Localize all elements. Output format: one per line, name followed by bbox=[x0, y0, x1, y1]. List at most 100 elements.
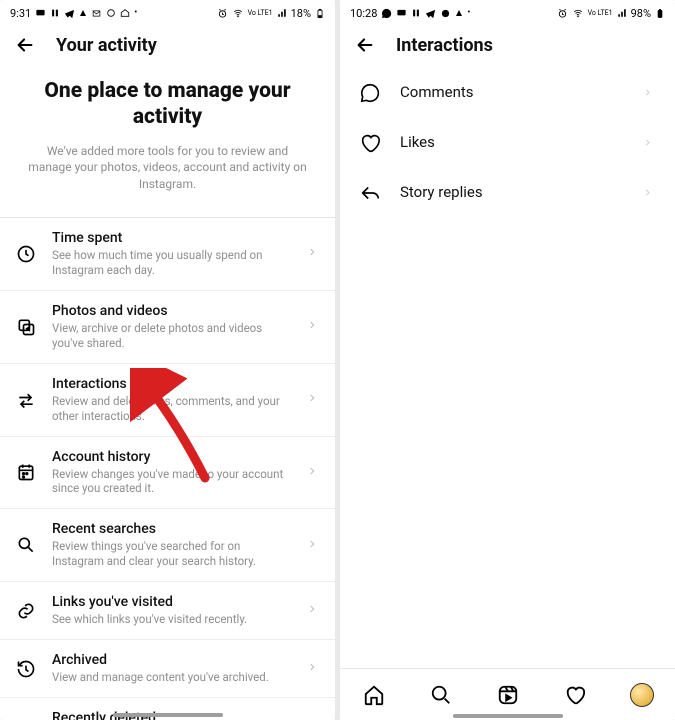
row-title: Interactions bbox=[52, 376, 293, 392]
row-links-visited[interactable]: Links you've visited See which links you… bbox=[0, 582, 335, 640]
chevron-right-icon bbox=[643, 134, 657, 153]
status-more: • bbox=[134, 8, 137, 18]
pause-icon bbox=[50, 8, 60, 18]
row-title: Links you've visited bbox=[52, 594, 293, 610]
status-more: • bbox=[467, 8, 470, 18]
signal-icon bbox=[617, 8, 627, 18]
clock-icon bbox=[14, 244, 38, 264]
row-account-history[interactable]: Account history Review changes you've ma… bbox=[0, 437, 335, 510]
status-time: 10:28 bbox=[350, 7, 377, 20]
link-icon bbox=[14, 601, 38, 621]
status-bar: 10:28 • Vo LTE1 98% bbox=[340, 0, 675, 26]
intro-block: One place to manage your activity We've … bbox=[0, 68, 335, 217]
header: Interactions bbox=[340, 26, 675, 68]
nav-profile[interactable] bbox=[629, 682, 655, 708]
row-sub: Review and delete likes, comments, and y… bbox=[52, 394, 293, 424]
page-title: Interactions bbox=[396, 35, 493, 56]
row-title: Photos and videos bbox=[52, 303, 293, 319]
status-battery-pct: 18% bbox=[291, 7, 311, 20]
phone-interactions: 10:28 • Vo LTE1 98% Interactions Comment… bbox=[340, 0, 675, 720]
gesture-bar bbox=[113, 713, 223, 717]
media-icon bbox=[14, 317, 38, 337]
chat-icon bbox=[35, 8, 46, 19]
nav-reels[interactable] bbox=[495, 682, 521, 708]
chevron-right-icon bbox=[307, 317, 321, 336]
nav-home[interactable] bbox=[361, 682, 387, 708]
phone-your-activity: 9:31 • Vo LTE1 18% Your activity One pla… bbox=[0, 0, 335, 720]
nav-search[interactable] bbox=[428, 682, 454, 708]
wifi-icon bbox=[572, 8, 584, 18]
gesture-bar bbox=[453, 714, 563, 718]
row-recent-searches[interactable]: Recent searches Review things you've sea… bbox=[0, 509, 335, 582]
row-title: Account history bbox=[52, 449, 293, 465]
alarm-icon bbox=[217, 8, 228, 19]
page-title: Your activity bbox=[56, 35, 157, 56]
status-net: Vo LTE1 bbox=[248, 10, 273, 17]
status-net: Vo LTE1 bbox=[588, 10, 613, 17]
history-icon bbox=[14, 659, 38, 679]
chevron-right-icon bbox=[307, 601, 321, 620]
row-likes[interactable]: Likes bbox=[340, 118, 675, 168]
search-icon bbox=[14, 535, 38, 555]
row-interactions[interactable]: Interactions Review and delete likes, co… bbox=[0, 364, 335, 437]
back-button[interactable] bbox=[354, 34, 376, 56]
calendar-icon bbox=[14, 462, 38, 482]
row-sub: View, archive or delete photos and video… bbox=[52, 321, 293, 351]
row-sub: See how much time you usually spend on I… bbox=[52, 248, 293, 278]
chevron-right-icon bbox=[643, 184, 657, 203]
nav-activity[interactable] bbox=[562, 682, 588, 708]
comment-icon bbox=[358, 82, 382, 104]
row-title: Archived bbox=[52, 652, 293, 668]
alarm-icon bbox=[557, 8, 568, 19]
chevron-right-icon bbox=[307, 463, 321, 482]
telegram-icon bbox=[64, 8, 75, 19]
row-archived[interactable]: Archived View and manage content you've … bbox=[0, 640, 335, 698]
status-time: 9:31 bbox=[10, 7, 31, 20]
intro-title: One place to manage your activity bbox=[25, 78, 310, 131]
heart-icon bbox=[358, 132, 382, 154]
back-button[interactable] bbox=[14, 34, 36, 56]
chevron-right-icon bbox=[307, 659, 321, 678]
mail-icon bbox=[91, 9, 102, 18]
whatsapp-icon bbox=[381, 8, 392, 19]
chevron-right-icon bbox=[307, 536, 321, 555]
circle-icon bbox=[440, 8, 451, 19]
interactions-list: Comments Likes Story replies bbox=[340, 68, 675, 218]
battery-icon bbox=[315, 7, 325, 20]
row-title: Time spent bbox=[52, 230, 293, 246]
chevron-right-icon bbox=[643, 84, 657, 103]
row-title: Likes bbox=[400, 133, 625, 151]
row-photos-videos[interactable]: Photos and videos View, archive or delet… bbox=[0, 291, 335, 364]
row-comments[interactable]: Comments bbox=[340, 68, 675, 118]
circle-icon bbox=[106, 8, 116, 18]
bottom-nav bbox=[340, 668, 675, 720]
battery-icon bbox=[655, 7, 665, 20]
triangle-icon bbox=[455, 9, 463, 17]
chat-icon bbox=[396, 8, 407, 19]
row-time-spent[interactable]: Time spent See how much time you usually… bbox=[0, 218, 335, 291]
row-sub: View and manage content you've archived. bbox=[52, 670, 293, 685]
pause-icon bbox=[411, 8, 421, 18]
triangle-icon bbox=[79, 9, 87, 17]
home-icon bbox=[120, 8, 130, 18]
wifi-icon bbox=[232, 8, 244, 18]
reply-icon bbox=[358, 182, 382, 204]
row-sub: Review things you've searched for on Ins… bbox=[52, 539, 293, 569]
row-title: Recent searches bbox=[52, 521, 293, 537]
signal-icon bbox=[277, 8, 287, 18]
telegram-icon bbox=[425, 8, 436, 19]
row-title: Comments bbox=[400, 83, 625, 101]
header: Your activity bbox=[0, 26, 335, 68]
swap-icon bbox=[14, 390, 38, 410]
intro-subtitle: We've added more tools for you to review… bbox=[25, 143, 310, 193]
chevron-right-icon bbox=[307, 390, 321, 409]
status-battery-pct: 98% bbox=[631, 7, 651, 20]
row-sub: See which links you've visited recently. bbox=[52, 612, 293, 627]
row-sub: Review changes you've made to your accou… bbox=[52, 467, 293, 497]
activity-list: Time spent See how much time you usually… bbox=[0, 217, 335, 720]
status-bar: 9:31 • Vo LTE1 18% bbox=[0, 0, 335, 26]
chevron-right-icon bbox=[307, 244, 321, 263]
row-story-replies[interactable]: Story replies bbox=[340, 168, 675, 218]
avatar bbox=[630, 683, 654, 707]
row-title: Story replies bbox=[400, 183, 625, 201]
